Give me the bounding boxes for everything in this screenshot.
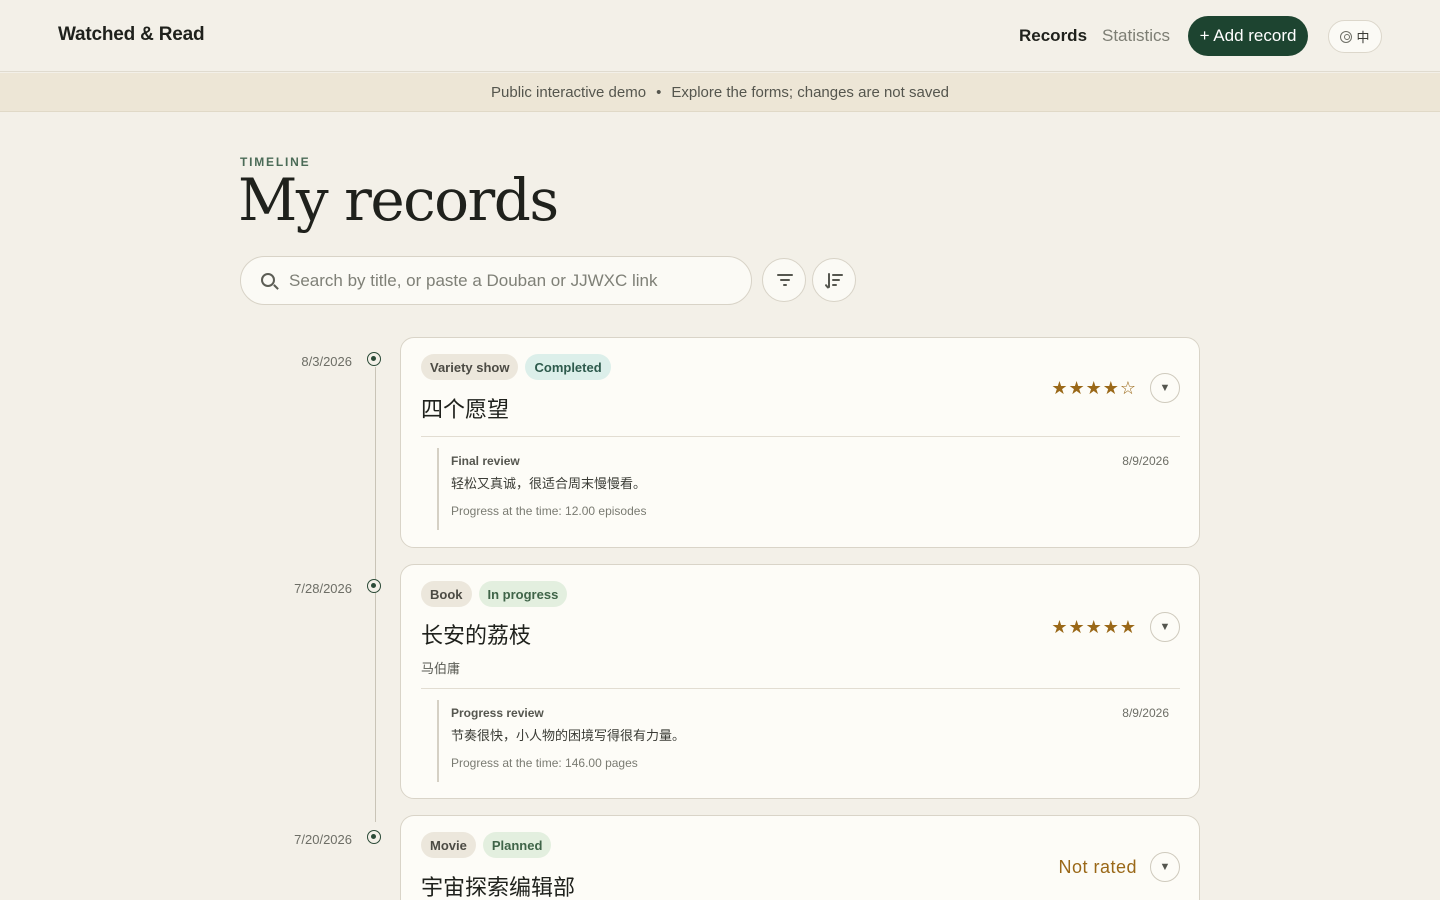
record-date: 7/28/2026: [294, 581, 352, 596]
review-progress: Progress at the time: 146.00 pages: [451, 756, 638, 770]
record-card[interactable]: Variety show Completed 四个愿望 ★★★★☆ ▼ Fina…: [400, 337, 1200, 548]
rating-label: Not rated: [1058, 857, 1137, 877]
banner-right-text: Explore the forms; changes are not saved: [671, 83, 949, 101]
search-box[interactable]: [240, 256, 752, 305]
review-kind: Progress review: [451, 706, 544, 720]
review-progress: Progress at the time: 12.00 episodes: [451, 504, 647, 518]
top-header: Watched & Read Records Statistics + Add …: [0, 0, 1440, 72]
review-entry: Progress review 8/9/2026 节奏很快，小人物的困境写得很有…: [437, 700, 1169, 782]
app-brand[interactable]: Watched & Read: [58, 24, 205, 46]
chevron-down-icon: ▼: [1159, 382, 1171, 394]
star-rating: ★★★★★: [1051, 617, 1137, 637]
status-badge: Planned: [482, 832, 552, 858]
timeline-dot: [367, 830, 381, 844]
language-icon: [1340, 30, 1353, 43]
type-badge: Book: [421, 581, 472, 607]
timeline-dot: [367, 579, 381, 593]
review-text: 节奏很快，小人物的困境写得很有力量。: [451, 728, 686, 743]
review-kind: Final review: [451, 454, 520, 468]
language-toggle-button[interactable]: 中: [1328, 20, 1382, 53]
filter-button[interactable]: [762, 258, 806, 302]
record-tags: Variety show Completed: [421, 354, 611, 380]
record-card[interactable]: Book In progress 长安的荔枝 马伯庸 ★★★★★ ▼ Progr…: [400, 564, 1200, 799]
type-badge: Movie: [421, 832, 476, 858]
star-rating: ★★★★☆: [1051, 378, 1137, 398]
record-tags: Movie Planned: [421, 832, 552, 858]
banner-separator: •: [656, 83, 662, 101]
review-date: 8/9/2026: [1122, 706, 1169, 720]
chevron-down-icon: ▼: [1159, 621, 1171, 633]
timeline-line: [375, 367, 376, 822]
record-title[interactable]: 宇宙探索编辑部: [421, 870, 575, 900]
card-divider: [421, 688, 1180, 689]
nav-statistics[interactable]: Statistics: [1102, 26, 1170, 46]
status-badge: Completed: [525, 354, 611, 380]
type-badge: Variety show: [421, 354, 519, 380]
record-tags: Book In progress: [421, 581, 568, 607]
filter-icon: [777, 274, 793, 287]
record-date: 7/20/2026: [294, 832, 352, 847]
record-author: 马伯庸: [421, 661, 461, 676]
sort-button[interactable]: [812, 258, 856, 302]
timeline-dot: [367, 352, 381, 366]
sort-icon: [824, 273, 843, 289]
record-date: 8/3/2026: [301, 354, 352, 369]
review-text: 轻松又真诚，很适合周末慢慢看。: [451, 476, 647, 491]
expand-button[interactable]: ▼: [1150, 373, 1180, 403]
banner-left-text: Public interactive demo: [491, 83, 647, 101]
demo-banner: Public interactive demo • Explore the fo…: [0, 73, 1440, 112]
review-date: 8/9/2026: [1122, 454, 1169, 468]
search-input[interactable]: [289, 257, 739, 304]
review-entry: Final review 8/9/2026 轻松又真诚，很适合周末慢慢看。 Pr…: [437, 448, 1169, 530]
record-title[interactable]: 四个愿望: [421, 392, 509, 424]
chevron-down-icon: ▼: [1159, 861, 1171, 873]
expand-button[interactable]: ▼: [1150, 852, 1180, 882]
search-icon: [261, 273, 275, 287]
record-card[interactable]: Movie Planned 宇宙探索编辑部 Not rated ▼: [400, 815, 1200, 900]
expand-button[interactable]: ▼: [1150, 612, 1180, 642]
add-record-button[interactable]: + Add record: [1188, 16, 1308, 56]
nav-records[interactable]: Records: [1019, 26, 1087, 46]
language-label: 中: [1356, 30, 1370, 45]
record-title[interactable]: 长安的荔枝: [421, 618, 531, 650]
status-badge: In progress: [478, 581, 568, 607]
page-title: My records: [238, 166, 559, 234]
card-divider: [421, 436, 1180, 437]
